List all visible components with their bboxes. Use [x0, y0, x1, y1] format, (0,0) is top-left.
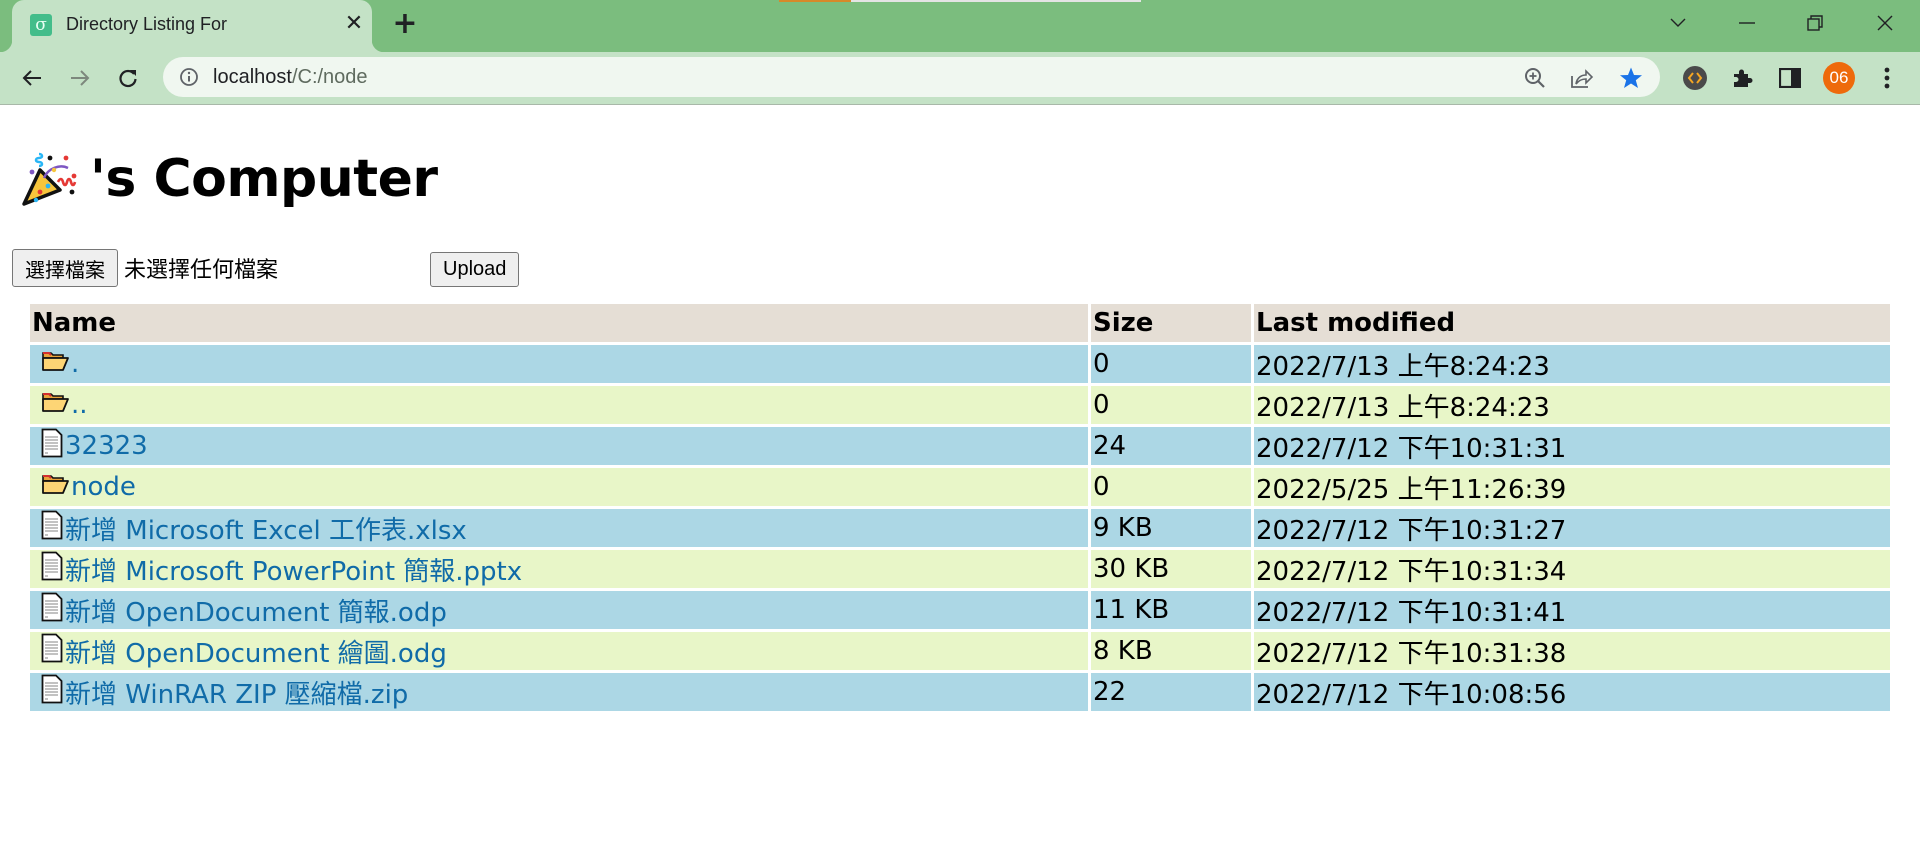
plus-icon[interactable]: +: [390, 9, 420, 40]
tab-search-chevron-icon[interactable]: [1658, 8, 1698, 38]
page-content: 's Computer 選擇檔案 未選擇任何檔案 Upload Name Siz…: [0, 106, 1920, 856]
profile-label: 06: [1823, 62, 1855, 94]
forward-icon[interactable]: [62, 60, 98, 96]
column-header-name[interactable]: Name: [30, 304, 1088, 342]
share-icon[interactable]: [1569, 65, 1595, 91]
size-cell: 0: [1091, 345, 1251, 383]
back-icon[interactable]: [14, 60, 50, 96]
table-row: . 0 2022/7/13 上午8:24:23: [30, 345, 1890, 383]
url-text[interactable]: localhost/C:/node: [213, 66, 368, 89]
browser-tab[interactable]: σ Directory Listing For ✕: [0, 0, 384, 52]
table-row: 32323 24 2022/7/12 下午10:31:31: [30, 427, 1890, 465]
entry-link[interactable]: 新增 Microsoft PowerPoint 簡報.pptx: [65, 551, 522, 588]
kebab-menu-icon[interactable]: [1870, 61, 1904, 95]
column-header-size[interactable]: Size: [1091, 304, 1251, 342]
entry-link[interactable]: .: [71, 349, 79, 379]
table-header-row: Name Size Last modified: [30, 304, 1890, 342]
reload-icon[interactable]: [110, 60, 146, 96]
name-cell: 新增 WinRAR ZIP 壓縮檔.zip: [30, 673, 1088, 711]
page-title: 's Computer: [18, 148, 438, 210]
file-input: 選擇檔案 未選擇任何檔案: [12, 249, 278, 287]
size-cell: 0: [1091, 468, 1251, 506]
folder-icon: [41, 472, 69, 503]
choose-file-button[interactable]: 選擇檔案: [12, 249, 118, 287]
table-row: 新增 OpenDocument 繪圖.odg 8 KB 2022/7/12 下午…: [30, 632, 1890, 670]
name-cell: node: [30, 468, 1088, 506]
file-icon: [41, 633, 63, 670]
entry-link[interactable]: 新增 Microsoft Excel 工作表.xlsx: [65, 510, 467, 547]
modified-cell: 2022/7/13 上午8:24:23: [1254, 386, 1890, 424]
name-cell: .: [30, 345, 1088, 383]
table-row: 新增 Microsoft PowerPoint 簡報.pptx 30 KB 20…: [30, 550, 1890, 588]
browser-titlebar: σ Directory Listing For ✕ +: [0, 0, 1920, 52]
puzzle-extensions-icon[interactable]: [1726, 61, 1760, 95]
table-row: 新增 Microsoft Excel 工作表.xlsx 9 KB 2022/7/…: [30, 509, 1890, 547]
minimize-icon[interactable]: [1727, 8, 1767, 38]
file-input-status: 未選擇任何檔案: [124, 257, 279, 282]
restore-icon[interactable]: [1795, 8, 1835, 38]
loading-indicator: [779, 0, 851, 2]
name-cell: ..: [30, 386, 1088, 424]
name-cell: 新增 Microsoft Excel 工作表.xlsx: [30, 509, 1088, 547]
size-cell: 0: [1091, 386, 1251, 424]
url-path: /C:/node: [291, 66, 368, 88]
folder-icon: [41, 349, 69, 380]
name-cell: 新增 OpenDocument 繪圖.odg: [30, 632, 1088, 670]
zoom-icon[interactable]: [1522, 65, 1548, 91]
loading-indicator-track: [851, 0, 1141, 2]
column-header-last-modified[interactable]: Last modified: [1254, 304, 1890, 342]
modified-cell: 2022/7/12 下午10:31:27: [1254, 509, 1890, 547]
table-row: 新增 WinRAR ZIP 壓縮檔.zip 22 2022/7/12 下午10:…: [30, 673, 1890, 711]
name-cell: 新增 OpenDocument 簡報.odp: [30, 591, 1088, 629]
modified-cell: 2022/7/12 下午10:31:41: [1254, 591, 1890, 629]
bookmark-star-icon[interactable]: [1618, 65, 1644, 91]
modified-cell: 2022/7/12 下午10:31:34: [1254, 550, 1890, 588]
modified-cell: 2022/5/25 上午11:26:39: [1254, 468, 1890, 506]
party-popper-icon: [22, 152, 77, 206]
size-cell: 8 KB: [1091, 632, 1251, 670]
sigma-favicon-icon: σ: [30, 14, 52, 36]
file-icon: [41, 510, 63, 547]
modified-cell: 2022/7/12 下午10:08:56: [1254, 673, 1890, 711]
modified-cell: 2022/7/13 上午8:24:23: [1254, 345, 1890, 383]
file-icon: [41, 592, 63, 629]
directory-table: Name Size Last modified . 0 2022/7/13 上午…: [27, 301, 1893, 714]
modified-cell: 2022/7/12 下午10:31:31: [1254, 427, 1890, 465]
url-host: localhost: [213, 66, 292, 88]
size-cell: 30 KB: [1091, 550, 1251, 588]
size-cell: 9 KB: [1091, 509, 1251, 547]
table-row: 新增 OpenDocument 簡報.odp 11 KB 2022/7/12 下…: [30, 591, 1890, 629]
size-cell: 24: [1091, 427, 1251, 465]
address-bar[interactable]: localhost/C:/node: [163, 57, 1660, 97]
table-row: node 0 2022/5/25 上午11:26:39: [30, 468, 1890, 506]
file-icon: [41, 551, 63, 588]
table-row: .. 0 2022/7/13 上午8:24:23: [30, 386, 1890, 424]
folder-icon: [41, 390, 69, 421]
close-window-icon[interactable]: [1865, 8, 1905, 38]
code-extension-icon[interactable]: [1678, 61, 1712, 95]
info-icon[interactable]: [179, 67, 199, 87]
name-cell: 新增 Microsoft PowerPoint 簡報.pptx: [30, 550, 1088, 588]
upload-button[interactable]: Upload: [430, 252, 520, 287]
entry-link[interactable]: 新增 OpenDocument 簡報.odp: [65, 592, 447, 629]
page-title-text: 's Computer: [90, 149, 438, 209]
size-cell: 11 KB: [1091, 591, 1251, 629]
size-cell: 22: [1091, 673, 1251, 711]
profile-avatar[interactable]: 06: [1822, 61, 1856, 95]
entry-link[interactable]: 新增 WinRAR ZIP 壓縮檔.zip: [65, 674, 408, 711]
modified-cell: 2022/7/12 下午10:31:38: [1254, 632, 1890, 670]
entry-link[interactable]: 32323: [65, 431, 148, 461]
entry-link[interactable]: node: [71, 472, 136, 502]
name-cell: 32323: [30, 427, 1088, 465]
entry-link[interactable]: ..: [71, 390, 88, 420]
entry-link[interactable]: 新增 OpenDocument 繪圖.odg: [65, 633, 447, 670]
side-panel-icon[interactable]: [1773, 61, 1807, 95]
browser-toolbar: localhost/C:/node 06: [0, 52, 1920, 105]
file-icon: [41, 674, 63, 711]
close-icon[interactable]: ✕: [340, 10, 368, 38]
file-icon: [41, 428, 63, 465]
tab-title: Directory Listing For: [66, 14, 228, 34]
